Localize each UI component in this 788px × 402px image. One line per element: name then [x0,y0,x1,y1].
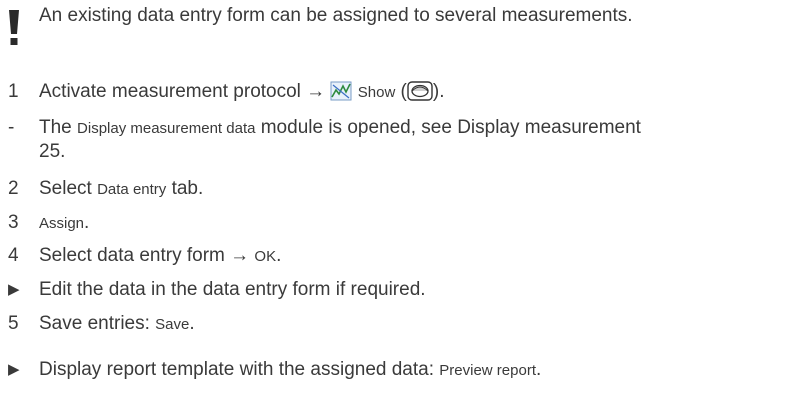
triangle-bullet-icon: ▶ [8,361,20,378]
assign-label: Assign [39,215,85,232]
step-marker: 1 [8,81,19,102]
step-marker: 3 [8,212,19,233]
exclamation-icon [9,10,19,45]
step-marker: 2 [8,178,19,199]
note-text: An existing data entry form can be assig… [39,5,633,26]
step-text: Activate measurement protocol → [39,81,331,102]
cross-reference: module is opened, see Display measuremen… [255,117,641,138]
preview-report-label: Preview report [439,362,536,379]
ok-label: OK [254,248,277,265]
data-entry-tab-label: Data entry [97,181,167,198]
mouse-click-icon [407,81,433,101]
module-name: Display measurement data [77,120,256,137]
step-marker: 4 [8,245,19,266]
measurement-protocol-icon [330,81,352,101]
step-marker: 5 [8,313,19,334]
page-number: 25. [39,141,66,162]
step-marker: - [8,117,15,138]
triangle-bullet-icon: ▶ [8,281,20,298]
show-label: Show [357,84,396,101]
save-label: Save [155,316,190,333]
